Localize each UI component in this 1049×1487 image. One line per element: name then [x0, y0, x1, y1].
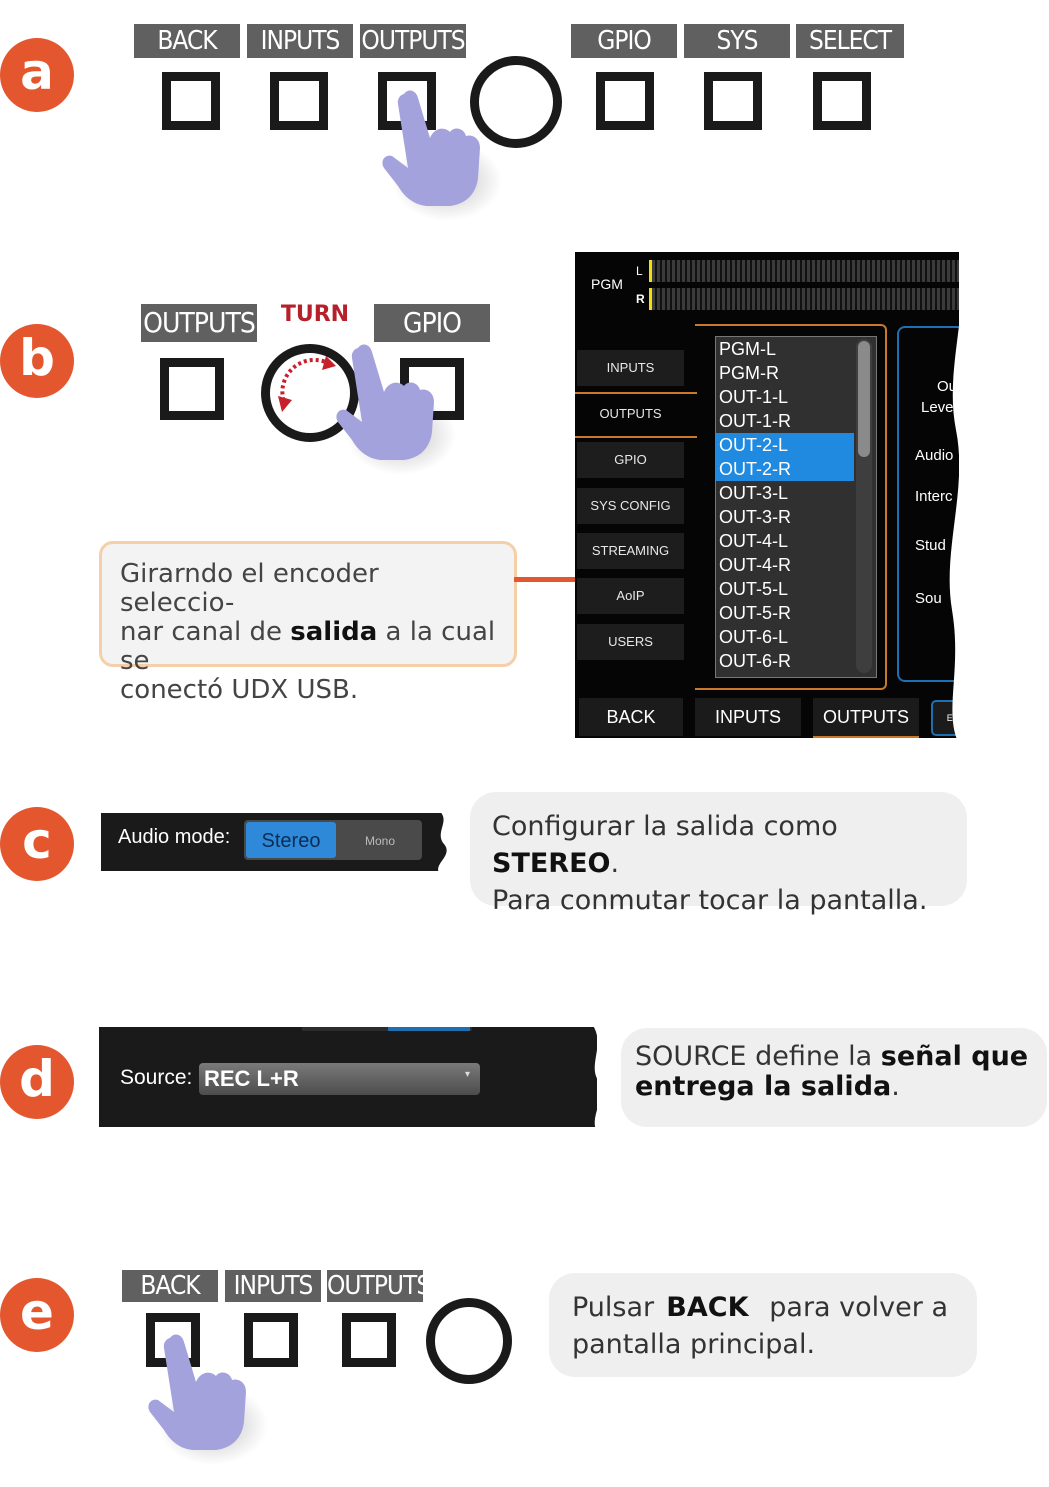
- callout-c-line2: Para conmutar tocar la pantalla.: [492, 885, 928, 916]
- meter-l-bar: [649, 260, 959, 282]
- channel-list-item[interactable]: OUT-4-R: [716, 553, 854, 577]
- channel-list-item[interactable]: OUT-4-L: [716, 529, 854, 553]
- channel-list-item[interactable]: PGM-L: [716, 337, 854, 361]
- step-b-badge: b: [0, 324, 74, 398]
- callout-e-pre: Pulsar: [572, 1292, 655, 1323]
- sys-key-label: SYS: [684, 24, 790, 58]
- callout-e-post: para volver a: [760, 1292, 948, 1323]
- back-key-label: BACK: [134, 24, 240, 58]
- back-key-label-e: BACK: [122, 1270, 218, 1302]
- callout-d-post: .: [891, 1071, 900, 1102]
- menu-sys-config[interactable]: SYS CONFIG: [577, 488, 684, 524]
- callout-d-bold2: entrega la salida: [635, 1071, 892, 1102]
- callout-b-line1: Girarndo el encoder seleccio-: [120, 559, 379, 618]
- callout-d-bold1: señal que: [880, 1041, 1029, 1072]
- callout-back: Pulsar BACK para volver a pantalla princ…: [549, 1273, 977, 1377]
- outputs-key-e[interactable]: [342, 1313, 396, 1367]
- inputs-key-label: INPUTS: [247, 24, 353, 58]
- torn-edge-c: [438, 810, 456, 874]
- list-scrollbar[interactable]: [856, 339, 872, 673]
- step-e-badge: e: [0, 1278, 74, 1352]
- callout-stereo: Configurar la salida como STEREO. Para c…: [470, 792, 967, 916]
- callout-source: SOURCE define la señal que entrega la sa…: [621, 1028, 1047, 1127]
- gpio-key[interactable]: [596, 72, 654, 130]
- menu-streaming[interactable]: STREAMING: [577, 533, 684, 569]
- menu-outputs[interactable]: OUTPUTS: [577, 396, 684, 432]
- outputs-key-label-b: OUTPUTS: [141, 304, 257, 342]
- meter-l-label: L: [636, 264, 643, 278]
- channel-list-item[interactable]: OUT-2-R: [716, 457, 854, 481]
- channel-list-item[interactable]: OUT-3-R: [716, 505, 854, 529]
- audio-mode-toggle[interactable]: Stereo Mono: [244, 820, 422, 860]
- step-d-badge: d: [0, 1045, 74, 1119]
- channel-list-item[interactable]: OUT-6-L: [716, 625, 854, 649]
- callout-d-pre: SOURCE define la: [635, 1041, 881, 1072]
- callout-b-line2-pre: nar canal de: [120, 617, 291, 647]
- callout-c-bold: STEREO: [492, 848, 611, 879]
- channel-list-item[interactable]: OUT-1-L: [716, 385, 854, 409]
- list-scrollbar-thumb[interactable]: [858, 341, 870, 457]
- inputs-key-label-e: INPUTS: [225, 1270, 321, 1302]
- back-key[interactable]: [162, 72, 220, 130]
- meter-r-bar: [649, 288, 959, 310]
- torn-edge: [949, 250, 970, 742]
- menu-aoip[interactable]: AoIP: [577, 578, 684, 614]
- callout-c-pre: Configurar la salida como: [492, 811, 838, 842]
- pointing-hand-icon: [382, 90, 502, 221]
- select-key-label: SELECT: [796, 24, 904, 58]
- outputs-key-b[interactable]: [160, 358, 224, 420]
- step-a-badge: a: [0, 38, 74, 112]
- callout-b-bold: salida: [290, 617, 378, 647]
- meter-r-label: R: [636, 292, 645, 306]
- pointing-hand-icon-e: [148, 1334, 268, 1465]
- channel-list-item[interactable]: OUT-6-R: [716, 649, 854, 673]
- source-label: Source:: [120, 1066, 193, 1089]
- sys-key[interactable]: [704, 72, 762, 130]
- callout-b-line3: conectó UDX USB.: [120, 675, 359, 705]
- channel-list-item[interactable]: OUT-2-L: [716, 433, 854, 457]
- encoder-knob-e[interactable]: [426, 1298, 512, 1384]
- callout-e-line2: pantalla principal.: [572, 1329, 816, 1360]
- callout-c-post: .: [610, 848, 620, 879]
- gpio-key-label: GPIO: [571, 24, 677, 58]
- channel-list-item[interactable]: OUT-3-L: [716, 481, 854, 505]
- channel-list-item[interactable]: OUT-5-R: [716, 601, 854, 625]
- audio-mode-label: Audio mode:: [118, 826, 231, 848]
- callout-e-bold: BACK: [666, 1292, 749, 1323]
- menu-inputs[interactable]: INPUTS: [577, 350, 684, 386]
- channel-list-item[interactable]: OUT-5-L: [716, 577, 854, 601]
- outputs-key-label: OUTPUTS: [360, 24, 466, 58]
- screen-back-button[interactable]: BACK: [579, 698, 683, 736]
- torn-edge-d: [592, 1024, 614, 1130]
- stereo-option[interactable]: Stereo: [246, 822, 336, 858]
- channel-list-item[interactable]: PGM-R: [716, 361, 854, 385]
- menu-users[interactable]: USERS: [577, 624, 684, 660]
- outputs-key-label-e: OUTPUTS: [327, 1270, 431, 1302]
- mono-option[interactable]: Mono: [340, 822, 420, 858]
- source-select-value: REC L+R: [204, 1066, 299, 1091]
- callout-encoder-instruction: Girarndo el encoder seleccio- nar canal …: [99, 541, 517, 705]
- source-top-accent-blue: [388, 1027, 470, 1031]
- inputs-key[interactable]: [270, 72, 328, 130]
- select-key[interactable]: [813, 72, 871, 130]
- chevron-down-icon: ▾: [464, 1069, 470, 1080]
- menu-gpio[interactable]: GPIO: [577, 442, 684, 478]
- step-c-badge: c: [0, 807, 74, 881]
- gpio-key-label-b: GPIO: [374, 304, 490, 342]
- pointing-hand-icon-b: [336, 344, 456, 475]
- channel-list-item[interactable]: OUT-1-R: [716, 409, 854, 433]
- screen-outputs-button[interactable]: OUTPUTS: [813, 698, 919, 738]
- meter-pgm-label: PGM: [591, 276, 623, 292]
- source-select[interactable]: REC L+R ▾: [199, 1063, 480, 1095]
- channel-list[interactable]: PGM-L PGM-R OUT-1-L OUT-1-R OUT-2-L OUT-2-R OU…: [715, 336, 877, 678]
- turn-label: TURN: [280, 302, 350, 327]
- device-screen-outputs: PGM L R INPUTS OUTPUTS GPIO SYS CONFIG S…: [575, 252, 959, 738]
- screen-inputs-button[interactable]: INPUTS: [695, 698, 801, 736]
